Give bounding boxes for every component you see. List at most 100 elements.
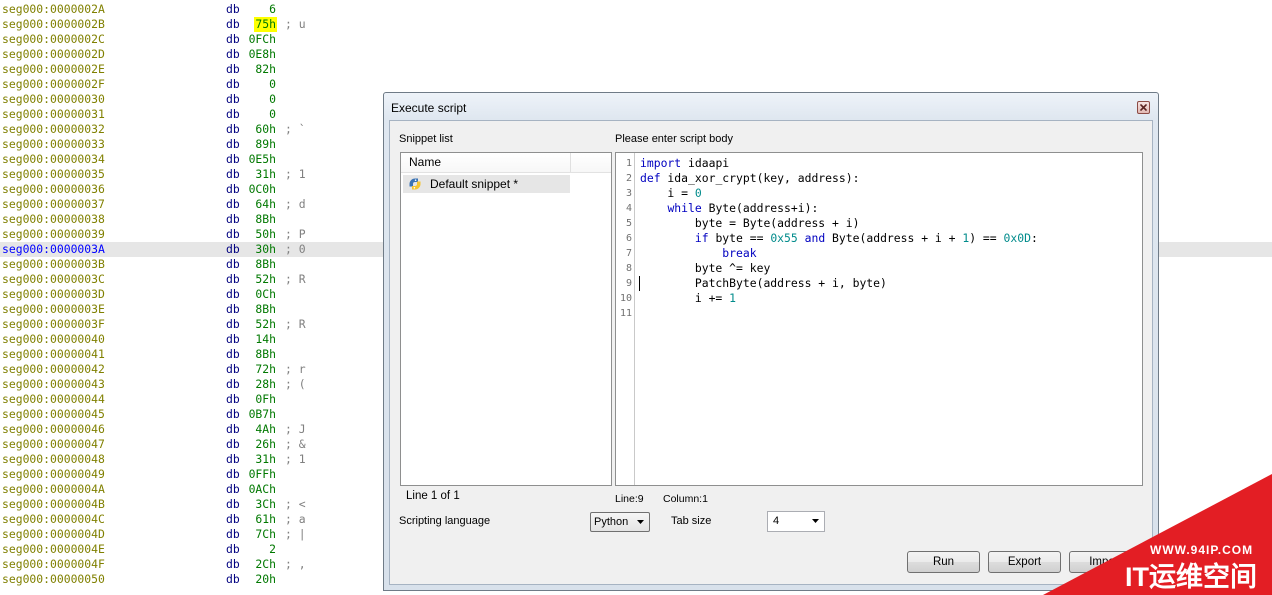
script-body-label: Please enter script body (615, 133, 734, 145)
comment: ; a (285, 512, 306, 526)
directive: db (226, 122, 240, 136)
text-caret (639, 276, 640, 291)
value: 0C0h (248, 182, 276, 196)
address: seg000:0000004D (2, 527, 105, 541)
line-number: 6 (625, 233, 632, 244)
directive: db (226, 77, 240, 91)
listing-row[interactable]: seg000:0000002D db 0E8h (0, 47, 1272, 62)
snippet-list[interactable]: Name Default snippet * (400, 152, 612, 486)
directive: db (226, 422, 240, 436)
comment: ; < (285, 497, 306, 511)
code-text: byte = Byte(address + i) (640, 216, 860, 230)
code-line[interactable] (640, 306, 1038, 321)
value: 14h (255, 332, 276, 346)
comment: ; R (285, 272, 306, 286)
code-text: Byte(address+i): (701, 201, 819, 215)
value: 3Ch (255, 497, 276, 511)
comment: ; 0 (285, 242, 306, 256)
address: seg000:0000002C (2, 32, 105, 46)
line-number: 11 (619, 308, 632, 319)
line-number: 10 (619, 293, 632, 304)
address: seg000:00000041 (2, 347, 105, 361)
value: 2 (269, 542, 276, 556)
address: seg000:00000030 (2, 92, 105, 106)
code-line[interactable]: break (640, 246, 1038, 261)
listing-row[interactable]: seg000:0000002F db 0 (0, 77, 1272, 92)
address: seg000:0000002D (2, 47, 105, 61)
value: 50h (255, 227, 276, 241)
script-editor[interactable]: 1 2 3 4 5 6 7 8 9 10 11 import idaapi def ida_xor_c… (615, 152, 1143, 486)
directive: db (226, 167, 240, 181)
comment: ; | (285, 527, 306, 541)
value: 0FFh (248, 467, 276, 481)
code-keyword: break (722, 246, 757, 260)
column-header-name[interactable]: Name (401, 153, 571, 172)
dialog-title: Execute script (391, 101, 467, 115)
code-number: 1 (729, 291, 737, 305)
address: seg000:00000036 (2, 182, 105, 196)
value: 0E8h (248, 47, 276, 61)
value: 31h (255, 167, 276, 181)
value: 0 (269, 107, 276, 121)
address: seg000:0000003D (2, 287, 105, 301)
directive: db (226, 107, 240, 121)
line-number: 9 (625, 278, 632, 289)
run-button[interactable]: Run (907, 551, 980, 573)
address: seg000:00000039 (2, 227, 105, 241)
code-line[interactable]: byte ^= key (640, 261, 1038, 276)
directive: db (226, 317, 240, 331)
value: 0ACh (248, 482, 276, 496)
code-line[interactable]: i = 0 (640, 186, 1038, 201)
search-highlight-value: 75h (254, 17, 277, 32)
value: 0E5h (248, 152, 276, 166)
value: 0Ch (255, 287, 276, 301)
scripting-language-select[interactable]: Python (590, 512, 650, 532)
value: 0FCh (248, 32, 276, 46)
address: seg000:0000004F (2, 557, 105, 571)
directive: db (226, 257, 240, 271)
listing-row[interactable]: seg000:0000002A db 6 (0, 2, 1272, 17)
value: 89h (255, 137, 276, 151)
address: seg000:00000031 (2, 107, 105, 121)
address: seg000:0000003A (2, 242, 105, 256)
comment: ; u (285, 17, 306, 31)
value: 8Bh (255, 257, 276, 271)
comment: ; d (285, 197, 306, 211)
directive: db (226, 377, 240, 391)
code-area[interactable]: import idaapi def ida_xor_crypt(key, addr… (640, 156, 1038, 321)
code-line[interactable]: byte = Byte(address + i) (640, 216, 1038, 231)
value: 52h (255, 272, 276, 286)
close-icon (1140, 104, 1147, 111)
value: 61h (255, 512, 276, 526)
directive: db (226, 47, 240, 61)
code-line[interactable]: def ida_xor_crypt(key, address): (640, 171, 1038, 186)
listing-row[interactable]: seg000:0000002C db 0FCh (0, 32, 1272, 47)
code-text: i += (640, 291, 730, 305)
code-line[interactable]: import idaapi (640, 156, 1038, 171)
watermark-name-box: IT运维空间 (1125, 562, 1272, 593)
listing-row[interactable]: seg000:0000002E db 82h (0, 62, 1272, 77)
tab-size-label: Tab size (671, 515, 712, 527)
address: seg000:0000004B (2, 497, 105, 511)
code-line[interactable]: while Byte(address+i): (640, 201, 1038, 216)
address: seg000:0000002F (2, 77, 105, 91)
value: 8Bh (255, 347, 276, 361)
directive: db (226, 467, 240, 481)
code-line[interactable]: PatchByte(address + i, byte) (640, 276, 1038, 291)
directive: db (226, 272, 240, 286)
value: 31h (255, 452, 276, 466)
code-line[interactable]: if byte == 0x55 and Byte(address + i + 1… (640, 231, 1038, 246)
address: seg000:00000049 (2, 467, 105, 481)
value: 2Ch (255, 557, 276, 571)
code-keyword: def (640, 171, 661, 185)
directive: db (226, 197, 240, 211)
listing-row[interactable]: seg000:0000002B db 75h ; u (0, 17, 1272, 32)
tab-size-select[interactable]: 4 (767, 511, 825, 532)
directive: db (226, 287, 240, 301)
code-line[interactable]: i += 1 (640, 291, 1038, 306)
cursor-line-status: Line:9 (615, 493, 644, 505)
close-button[interactable] (1137, 101, 1150, 114)
snippet-item-default[interactable]: Default snippet * (403, 175, 570, 193)
